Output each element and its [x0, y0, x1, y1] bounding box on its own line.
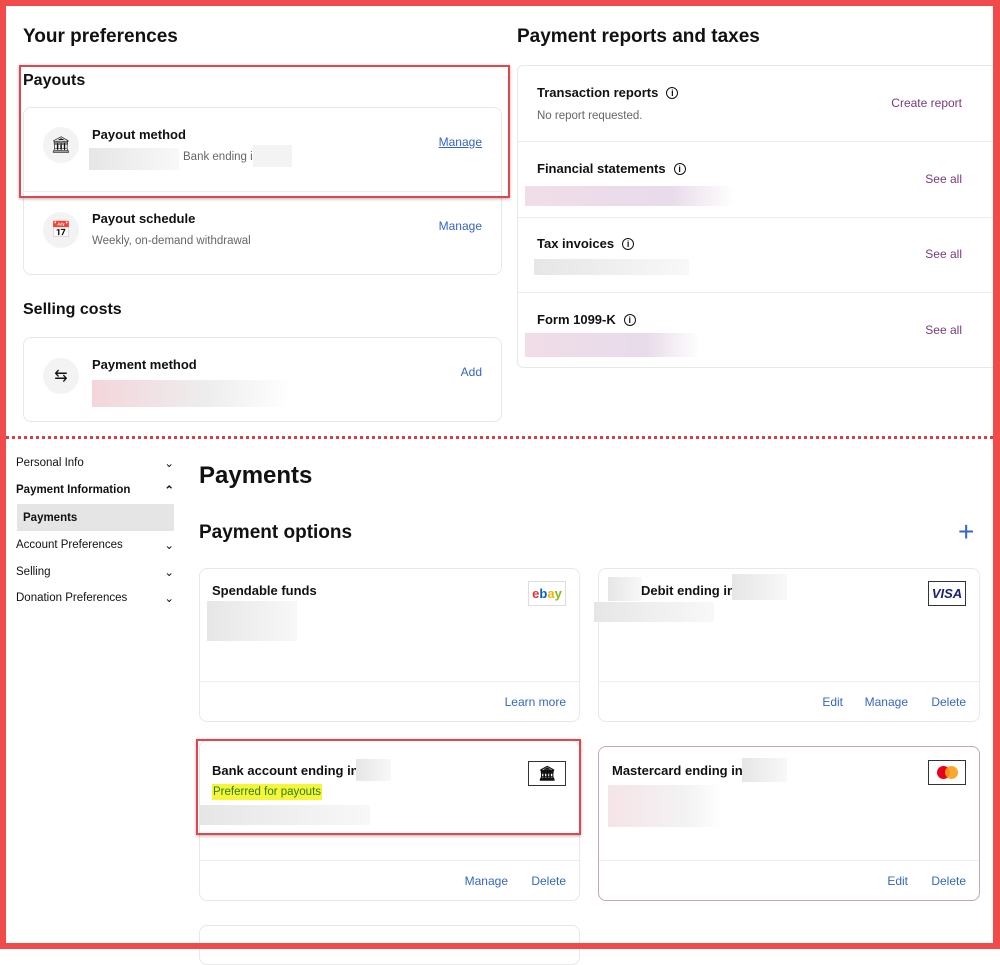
card-title: Mastercard ending in [612, 763, 743, 778]
info-icon[interactable]: i [622, 238, 635, 250]
selling-costs-title: Selling costs [23, 301, 122, 318]
delete-link[interactable]: Delete [931, 874, 966, 888]
visa-logo: VISA [928, 581, 966, 606]
payment-card-spendable-funds: Spendable funds ebay Learn more [199, 568, 580, 722]
sidebar-item-payments[interactable]: Payments [17, 504, 174, 531]
preferred-for-payouts-badge: Preferred for payouts [212, 784, 323, 800]
redacted-field [608, 577, 642, 601]
delete-link[interactable]: Delete [531, 874, 566, 888]
payouts-card: 🏛 Payout method Bank ending ir Manage 📅 … [23, 107, 502, 275]
ebay-logo: ebay [528, 581, 566, 606]
sidebar-item-label: Personal Info [16, 457, 84, 469]
sidebar-item-label: Donation Preferences [16, 592, 128, 604]
redacted-field [742, 758, 787, 782]
bank-icon: 🏛 [43, 127, 79, 163]
mastercard-logo [928, 760, 966, 785]
report-row: Financial statements i See all [518, 142, 996, 218]
calendar-icon: 📅 [43, 212, 79, 248]
payment-card-debit: Debit ending in VISA Edit Manage Delete [594, 568, 980, 722]
preferences-title: Your preferences [23, 26, 178, 47]
redacted-field [253, 145, 292, 167]
sidebar-item-label: Account Preferences [16, 539, 123, 551]
delete-link[interactable]: Delete [931, 695, 966, 709]
report-label: Financial statements [537, 161, 666, 176]
see-all-link[interactable]: See all [925, 247, 962, 261]
chevron-down-icon: ⌄ [164, 458, 174, 470]
card-title: Bank account ending in [212, 763, 359, 778]
payout-method-detail: Bank ending ir [183, 151, 257, 163]
info-icon[interactable]: i [623, 314, 636, 326]
payout-schedule-detail: Weekly, on-demand withdrawal [92, 235, 251, 247]
report-detail: No report requested. [537, 110, 643, 122]
report-label: Tax invoices [537, 236, 615, 251]
info-icon[interactable]: i [666, 87, 679, 99]
payout-method-label: Payout method [92, 127, 186, 142]
payout-schedule-manage-link[interactable]: Manage [439, 219, 482, 233]
chevron-down-icon: ⌄ [164, 540, 174, 552]
sidebar-item-label: Payment Information [16, 484, 131, 496]
sidebar-item-account-preferences[interactable]: Account Preferences ⌄ [16, 533, 174, 557]
sidebar-item-label: Payments [23, 511, 78, 524]
payout-schedule-label: Payout schedule [92, 211, 196, 226]
add-payment-option-icon[interactable]: + [958, 518, 974, 546]
redacted-field [92, 380, 292, 407]
page-title: Payments [199, 462, 313, 489]
payment-card-partial [199, 925, 580, 965]
sidebar-item-donation-preferences[interactable]: Donation Preferences ⌄ [16, 586, 174, 610]
redacted-field [534, 259, 689, 275]
redacted-field [525, 186, 735, 206]
report-label: Form 1099-K [537, 312, 616, 327]
payouts-title: Payouts [23, 72, 86, 89]
sidebar-item-personal-info[interactable]: Personal Info ⌄ [16, 451, 174, 475]
chevron-down-icon: ⌄ [164, 593, 174, 605]
redacted-field [356, 759, 391, 781]
report-row: Transaction reports i No report requested… [518, 66, 996, 142]
info-icon[interactable]: i [673, 163, 686, 175]
report-row: Tax invoices i See all [518, 218, 996, 293]
reports-title: Payment reports and taxes [517, 26, 760, 47]
payment-options-title: Payment options [199, 522, 353, 543]
chevron-up-icon: ⌃ [164, 485, 174, 497]
sidebar-item-payment-information[interactable]: Payment Information ⌃ [16, 478, 174, 502]
redacted-field [525, 333, 700, 357]
redacted-field [608, 785, 722, 827]
manage-link[interactable]: Manage [865, 695, 908, 709]
manage-link[interactable]: Manage [465, 874, 508, 888]
redacted-field [89, 148, 179, 170]
reports-card: Transaction reports i No report requested… [517, 65, 997, 368]
sidebar-item-label: Selling [16, 566, 51, 578]
redacted-field [200, 805, 370, 825]
selling-costs-card: ⇆ Payment method Add [23, 337, 502, 422]
see-all-link[interactable]: See all [925, 172, 962, 186]
payout-method-row: 🏛 Payout method Bank ending ir Manage [24, 108, 501, 192]
payment-method-add-link[interactable]: Add [461, 365, 482, 379]
chevron-down-icon: ⌄ [164, 567, 174, 579]
card-title: Debit ending in [641, 583, 735, 598]
bank-icon: 🏛 [528, 761, 566, 786]
redacted-field [732, 574, 787, 600]
section-divider [6, 436, 993, 439]
sidebar-item-selling[interactable]: Selling ⌄ [16, 560, 174, 584]
edit-link[interactable]: Edit [887, 874, 908, 888]
payout-method-manage-link[interactable]: Manage [439, 135, 482, 149]
payment-card-bank-account: Bank account ending in Preferred for pay… [199, 740, 580, 901]
card-title: Spendable funds [212, 583, 317, 598]
learn-more-link[interactable]: Learn more [505, 695, 566, 709]
report-label: Transaction reports [537, 85, 659, 100]
redacted-field [594, 602, 714, 622]
payment-card-mastercard: Mastercard ending in Edit Delete [598, 746, 980, 901]
edit-link[interactable]: Edit [822, 695, 843, 709]
report-row: Form 1099-K i See all [518, 293, 996, 369]
payment-method-label: Payment method [92, 357, 197, 372]
redacted-field [207, 601, 297, 641]
swap-icon: ⇆ [43, 358, 79, 394]
create-report-link[interactable]: Create report [891, 96, 962, 110]
see-all-link[interactable]: See all [925, 323, 962, 337]
